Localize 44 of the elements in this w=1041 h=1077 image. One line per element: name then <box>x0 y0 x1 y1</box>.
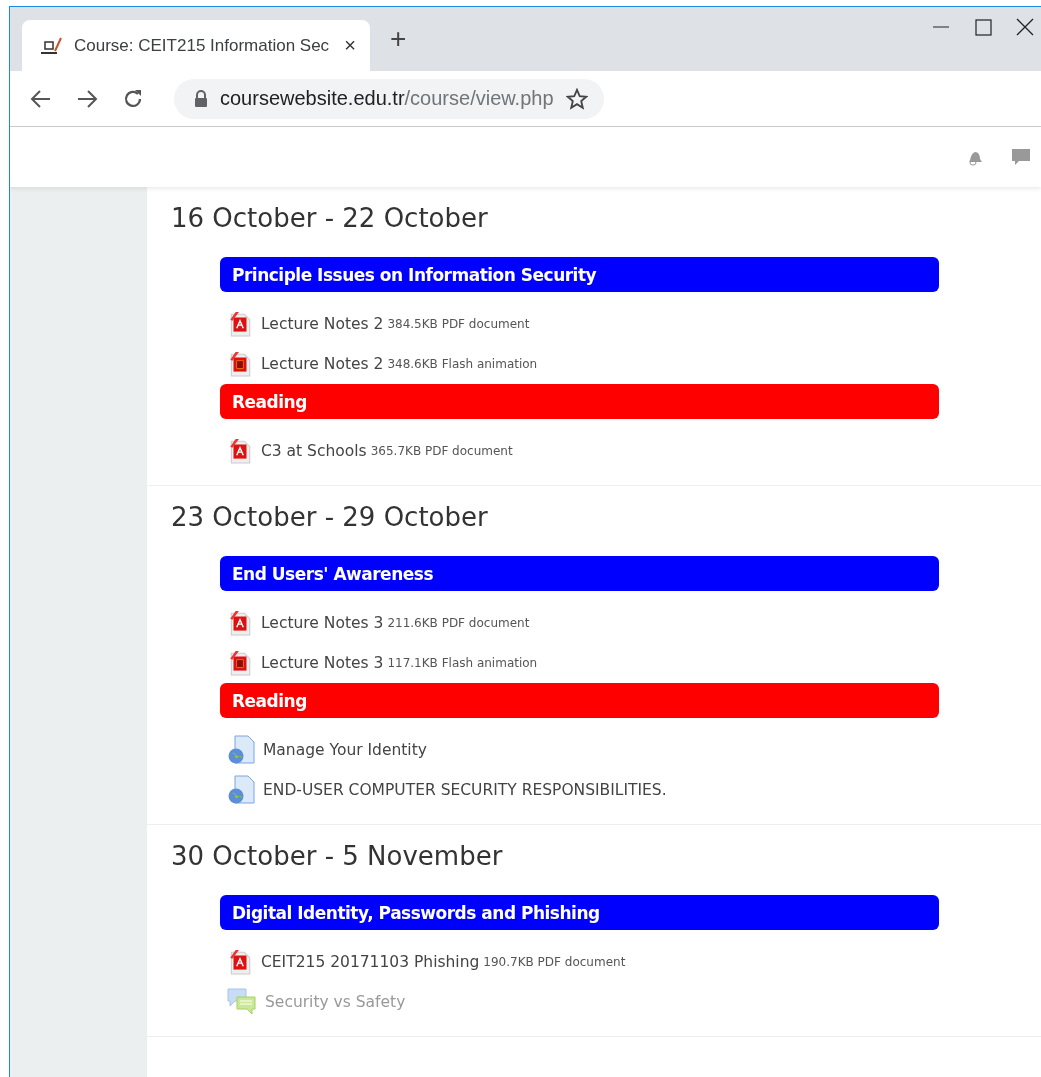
file-info: 365.7KB PDF document <box>370 444 513 458</box>
week-heading: 23 October - 29 October <box>171 502 489 532</box>
activity-link[interactable]: C3 at Schools <box>261 442 367 460</box>
forward-icon[interactable] <box>76 87 98 110</box>
activity-link[interactable]: CEIT215 20171103 Phishing <box>261 953 480 971</box>
pdf-file-icon <box>227 610 253 636</box>
flash-file-icon <box>227 351 253 377</box>
activity-link[interactable]: Manage Your Identity <box>263 741 427 759</box>
file-info: 348.6KB Flash animation <box>387 357 538 371</box>
chat-bubbles-icon <box>227 988 257 1016</box>
activity-link[interactable]: Lecture Notes 3 <box>261 614 384 632</box>
close-icon[interactable] <box>1015 17 1035 37</box>
chat-icon[interactable] <box>1011 147 1031 167</box>
new-tab-button[interactable]: + <box>390 23 407 55</box>
address-bar[interactable]: coursewebsite.edu.tr/course/view.php <box>174 78 604 119</box>
file-info: 211.6KB PDF document <box>387 616 530 630</box>
week-heading: 30 October - 5 November <box>171 841 504 871</box>
star-icon[interactable] <box>565 87 588 110</box>
file-info: 384.5KB PDF document <box>387 317 530 331</box>
topic-banner: Reading <box>220 683 939 718</box>
topic-banner: Reading <box>220 384 939 419</box>
pdf-file-icon <box>227 311 253 337</box>
web-page-icon <box>227 735 255 765</box>
browser-tab[interactable]: Course: CEIT215 Information Sec × <box>22 20 370 71</box>
flash-file-icon <box>227 650 253 676</box>
maximize-icon[interactable] <box>973 17 993 37</box>
topic-banner: End Users' Awareness <box>220 556 939 591</box>
laptop-pencil-icon <box>40 35 64 56</box>
back-icon[interactable] <box>30 87 52 110</box>
reload-icon[interactable] <box>122 87 144 110</box>
week-heading: 16 October - 22 October <box>171 203 489 233</box>
activity-link[interactable]: Lecture Notes 3 <box>261 654 384 672</box>
file-info: 190.7KB PDF document <box>483 955 626 969</box>
file-info: 117.1KB Flash animation <box>387 656 538 670</box>
lock-icon <box>194 90 208 107</box>
close-tab-button[interactable]: × <box>344 34 356 57</box>
topic-banner: Principle Issues on Information Security <box>220 257 939 292</box>
topic-banner: Digital Identity, Passwords and Phishing <box>220 895 939 930</box>
activity-link[interactable]: Lecture Notes 2 <box>261 315 384 333</box>
activity-link[interactable]: Lecture Notes 2 <box>261 355 384 373</box>
pdf-file-icon <box>227 949 253 975</box>
activity-link[interactable]: END-USER COMPUTER SECURITY RESPONSIBILITIES. <box>263 781 667 799</box>
web-page-icon <box>227 775 255 805</box>
pdf-file-icon <box>227 438 253 464</box>
